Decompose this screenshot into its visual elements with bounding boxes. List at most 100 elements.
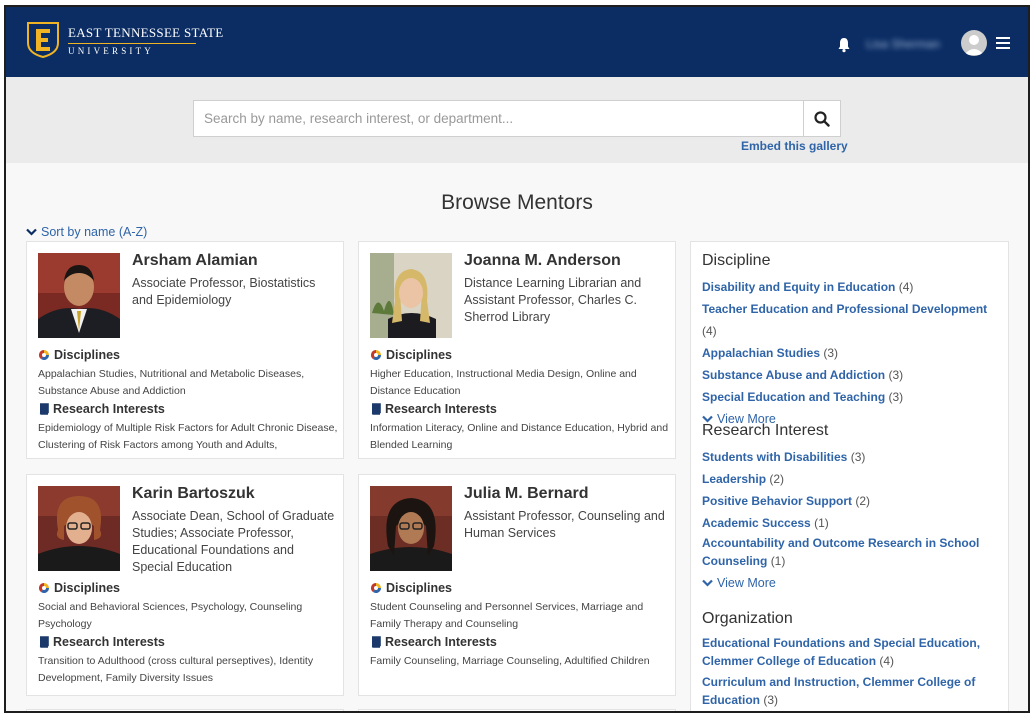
facet-research-interest: Research Interest Students with Disabili…	[702, 422, 1002, 594]
embed-gallery-link[interactable]: Embed this gallery	[741, 139, 848, 153]
facet-discipline: Discipline Disability and Equity in Educ…	[702, 252, 1002, 430]
view-more-research[interactable]: View More	[702, 572, 1002, 594]
facet-item[interactable]: Special Education and Teaching (3)	[702, 386, 1002, 408]
main-content: Browse Mentors Sort by name (A-Z) Arsham…	[6, 163, 1028, 711]
facet-link[interactable]: Appalachian Studies	[702, 346, 820, 360]
university-logo[interactable]: EAST TENNESSEE STATE UNIVERSITY	[26, 21, 223, 59]
disciplines-icon	[39, 350, 49, 360]
view-more-label: View More	[717, 576, 776, 590]
facet-heading: Research Interest	[702, 422, 829, 439]
book-icon	[39, 403, 49, 415]
facet-link[interactable]: Positive Behavior Support	[702, 494, 852, 508]
disciplines-text: Student Counseling and Personnel Service…	[370, 601, 644, 630]
facet-link[interactable]: Disability and Equity in Education	[702, 280, 895, 294]
facet-count: (1)	[814, 516, 829, 530]
top-navbar: EAST TENNESSEE STATE UNIVERSITY Lisa She…	[6, 7, 1028, 77]
book-icon	[371, 403, 381, 415]
disciplines-label: Disciplines	[386, 348, 452, 362]
user-avatar-icon[interactable]	[961, 30, 987, 56]
research-interests-text: Epidemiology of Multiple Risk Factors fo…	[38, 422, 338, 451]
mentor-photo	[370, 486, 452, 571]
mentor-photo	[38, 253, 120, 338]
facet-count: (1)	[770, 554, 786, 568]
facet-heading: Organization	[702, 610, 793, 627]
facet-item[interactable]: Academic Success (1)	[702, 512, 1002, 534]
facet-item[interactable]: Accountability and Outcome Research in S…	[702, 534, 1002, 570]
disciplines-text: Higher Education, Instructional Media De…	[370, 368, 637, 397]
disciplines-label: Disciplines	[386, 581, 452, 595]
book-icon	[39, 636, 49, 648]
mentor-card[interactable]: Joanna M. Anderson Distance Learning Lib…	[358, 241, 676, 459]
facet-organization: Organization Educational Foundations and…	[702, 610, 1002, 711]
search-band: Embed this gallery	[6, 77, 1028, 163]
mentor-card[interactable]: Karin Bartoszuk Associate Dean, School o…	[26, 474, 344, 696]
mentor-name[interactable]: Julia M. Bernard	[464, 485, 588, 503]
facet-link[interactable]: Special Education and Teaching	[702, 390, 885, 404]
disciplines-text: Social and Behavioral Sciences, Psycholo…	[38, 601, 303, 630]
mentor-card[interactable]: Julia M. Bernard Assistant Professor, Co…	[358, 474, 676, 696]
facet-count: (2)	[769, 472, 785, 486]
research-interests-text: Transition to Adulthood (cross cultural …	[38, 655, 314, 684]
facet-link[interactable]: Leadership	[702, 472, 766, 486]
facet-item[interactable]: Appalachian Studies (3)	[702, 342, 1002, 364]
mentor-name[interactable]: Arsham Alamian	[132, 252, 258, 270]
sort-label: Sort by name (A-Z)	[41, 225, 148, 239]
mentor-card[interactable]	[26, 709, 344, 711]
disciplines-label: Disciplines	[54, 581, 120, 595]
facet-item[interactable]: Leadership (2)	[702, 468, 1002, 490]
mentor-card[interactable]: Arsham Alamian Associate Professor, Bios…	[26, 241, 344, 459]
bell-icon[interactable]	[836, 37, 852, 53]
facet-link[interactable]: Teacher Education and Professional Devel…	[702, 302, 987, 316]
hamburger-menu-icon[interactable]	[996, 37, 1010, 49]
search-button[interactable]	[803, 100, 841, 137]
disciplines-icon	[371, 350, 381, 360]
research-interests-text: Family Counseling, Marriage Counseling, …	[370, 655, 650, 667]
disciplines-label: Disciplines	[54, 348, 120, 362]
facet-count: (4)	[898, 280, 914, 294]
facet-link[interactable]: Substance Abuse and Addiction	[702, 368, 885, 382]
facet-link[interactable]: Educational Foundations and Special Educ…	[702, 636, 980, 668]
facet-item[interactable]: Curriculum and Instruction, Clemmer Coll…	[702, 673, 1002, 709]
logo-text-line1: EAST TENNESSEE STATE	[68, 24, 224, 40]
mentor-title: Associate Professor, Biostatistics and E…	[132, 276, 316, 307]
facet-link[interactable]: Accountability and Outcome Research in S…	[702, 536, 979, 568]
mentor-card[interactable]	[358, 709, 676, 711]
facet-item[interactable]: Students with Disabilities (3)	[702, 446, 1002, 468]
research-interests-label: Research Interests	[385, 402, 497, 416]
mentor-name[interactable]: Joanna M. Anderson	[464, 252, 621, 270]
research-interests-text: Information Literacy, Online and Distanc…	[370, 422, 669, 451]
facet-item[interactable]: Teacher Education and Professional Devel…	[702, 298, 1002, 342]
mentor-title: Associate Dean, School of Graduate Studi…	[132, 509, 335, 574]
research-interests-heading: Research Interests	[370, 402, 497, 416]
logo-text-line2: UNIVERSITY	[68, 45, 154, 56]
mentor-title: Distance Learning Librarian and Assistan…	[464, 276, 642, 324]
search-input[interactable]	[193, 100, 804, 137]
research-interests-label: Research Interests	[385, 635, 497, 649]
facet-link[interactable]: Students with Disabilities	[702, 450, 847, 464]
facet-item[interactable]: Positive Behavior Support (2)	[702, 490, 1002, 512]
facet-link[interactable]: Curriculum and Instruction, Clemmer Coll…	[702, 675, 975, 707]
etsu-shield-icon	[27, 22, 59, 59]
research-interests-label: Research Interests	[53, 635, 165, 649]
disciplines-heading: Disciplines	[38, 348, 120, 362]
logo-rule	[68, 42, 196, 44]
page-title: Browse Mentors	[441, 191, 593, 214]
facet-count: (3)	[763, 693, 779, 707]
sort-dropdown[interactable]: Sort by name (A-Z)	[26, 225, 147, 239]
facet-count: (2)	[855, 494, 871, 508]
disciplines-heading: Disciplines	[38, 581, 120, 595]
facet-item[interactable]: Educational Foundations and Special Educ…	[702, 634, 1002, 670]
facet-item[interactable]: Substance Abuse and Addiction (3)	[702, 364, 1002, 386]
facet-item[interactable]: Disability and Equity in Education (4)	[702, 276, 1002, 298]
chevron-down-icon	[702, 579, 713, 587]
mentor-photo	[370, 253, 452, 338]
username[interactable]: Lisa Sherman	[866, 37, 940, 51]
facet-link[interactable]: Academic Success	[702, 516, 811, 530]
filter-sidebar: Discipline Disability and Equity in Educ…	[690, 241, 1009, 711]
research-interests-heading: Research Interests	[370, 635, 497, 649]
mentor-photo	[38, 486, 120, 571]
disciplines-icon	[371, 583, 381, 593]
book-icon	[371, 636, 381, 648]
facet-heading: Discipline	[702, 252, 771, 269]
mentor-name[interactable]: Karin Bartoszuk	[132, 485, 255, 503]
